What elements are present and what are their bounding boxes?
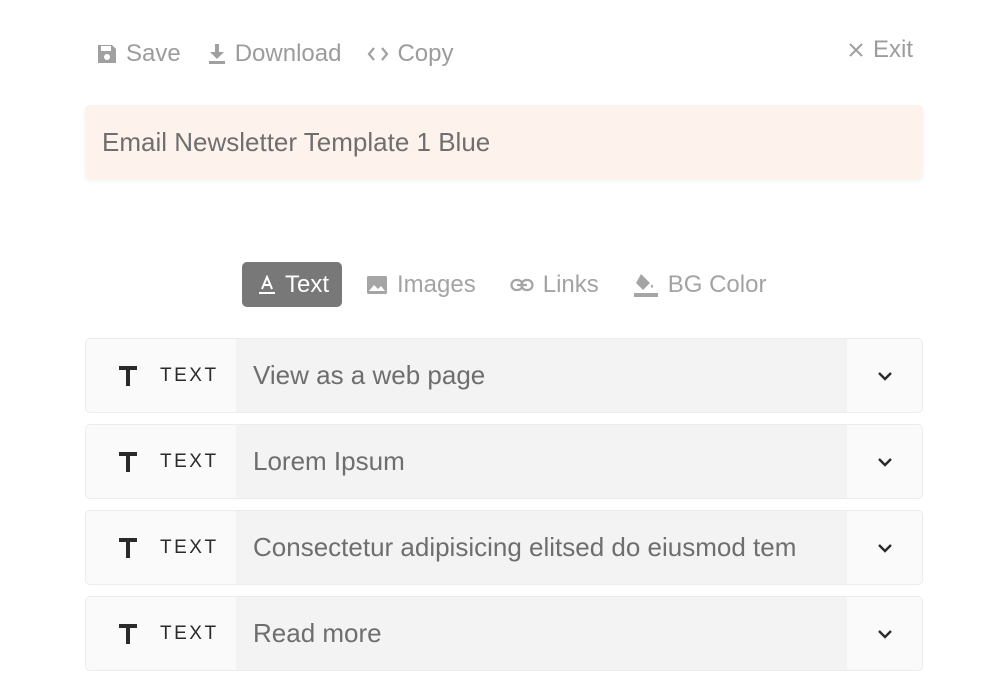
block-type-cell: TEXT bbox=[86, 339, 236, 412]
close-icon bbox=[849, 43, 863, 57]
tab-bg-color-label: BG Color bbox=[667, 270, 767, 298]
tab-links[interactable]: Links bbox=[510, 262, 599, 307]
tab-images-label: Images bbox=[397, 270, 476, 298]
chevron-down-icon bbox=[877, 629, 892, 639]
tab-text[interactable]: Text bbox=[242, 262, 343, 307]
expand-block-button[interactable] bbox=[847, 339, 922, 412]
expand-block-button[interactable] bbox=[847, 597, 922, 670]
copy-button[interactable]: Copy bbox=[367, 40, 453, 68]
template-title: Email Newsletter Template 1 Blue bbox=[102, 126, 491, 157]
tab-bg-color[interactable]: BG Color bbox=[633, 262, 767, 307]
block-content-text[interactable]: View as a web page bbox=[236, 339, 847, 412]
link-icon bbox=[510, 278, 534, 291]
download-label: Download bbox=[234, 40, 342, 67]
block-content-text[interactable]: Lorem Ipsum bbox=[236, 425, 847, 498]
block-type-label: TEXT bbox=[160, 536, 219, 558]
save-icon bbox=[98, 45, 116, 63]
expand-block-button[interactable] bbox=[847, 511, 922, 584]
block-type-cell: TEXT bbox=[86, 425, 236, 498]
content-block-row[interactable]: TEXT Read more bbox=[85, 596, 923, 671]
chevron-down-icon bbox=[877, 457, 892, 467]
exit-button[interactable]: Exit bbox=[848, 36, 913, 64]
editor-toolbar: Save Download Copy bbox=[96, 38, 479, 70]
download-button[interactable]: Download bbox=[207, 40, 342, 68]
block-type-cell: TEXT bbox=[86, 511, 236, 584]
text-type-icon bbox=[116, 537, 140, 559]
chevron-down-icon bbox=[877, 543, 892, 553]
block-type-label: TEXT bbox=[160, 622, 219, 644]
block-content-text[interactable]: Read more bbox=[236, 597, 847, 670]
content-block-row[interactable]: TEXT Consectetur adipisicing elitsed do … bbox=[85, 510, 923, 585]
tab-text-label: Text bbox=[285, 270, 330, 298]
block-type-cell: TEXT bbox=[86, 597, 236, 670]
save-label: Save bbox=[126, 40, 181, 67]
image-icon bbox=[367, 275, 388, 294]
tab-images[interactable]: Images bbox=[366, 262, 476, 307]
expand-block-button[interactable] bbox=[847, 425, 922, 498]
block-content-text[interactable]: Consectetur adipisicing elitsed do eiusm… bbox=[236, 511, 847, 584]
text-type-icon bbox=[116, 623, 140, 645]
content-block-row[interactable]: TEXT Lorem Ipsum bbox=[85, 424, 923, 499]
text-format-icon bbox=[259, 274, 275, 294]
tab-links-label: Links bbox=[542, 270, 599, 298]
download-icon bbox=[208, 44, 225, 64]
exit-label: Exit bbox=[872, 36, 913, 63]
template-title-bar[interactable]: Email Newsletter Template 1 Blue bbox=[85, 105, 923, 179]
paint-bucket-icon bbox=[633, 273, 658, 297]
text-type-icon bbox=[116, 451, 140, 473]
code-icon bbox=[368, 47, 389, 61]
copy-label: Copy bbox=[397, 40, 454, 67]
content-block-list: TEXT View as a web page TEXT Lorem Ipsum… bbox=[85, 338, 923, 682]
chevron-down-icon bbox=[877, 371, 892, 381]
block-type-label: TEXT bbox=[160, 450, 219, 472]
content-block-row[interactable]: TEXT View as a web page bbox=[85, 338, 923, 413]
editor-tabs: Text Images Links BG Color bbox=[242, 262, 800, 307]
block-type-label: TEXT bbox=[160, 364, 219, 386]
save-button[interactable]: Save bbox=[96, 40, 181, 68]
text-type-icon bbox=[116, 365, 140, 387]
